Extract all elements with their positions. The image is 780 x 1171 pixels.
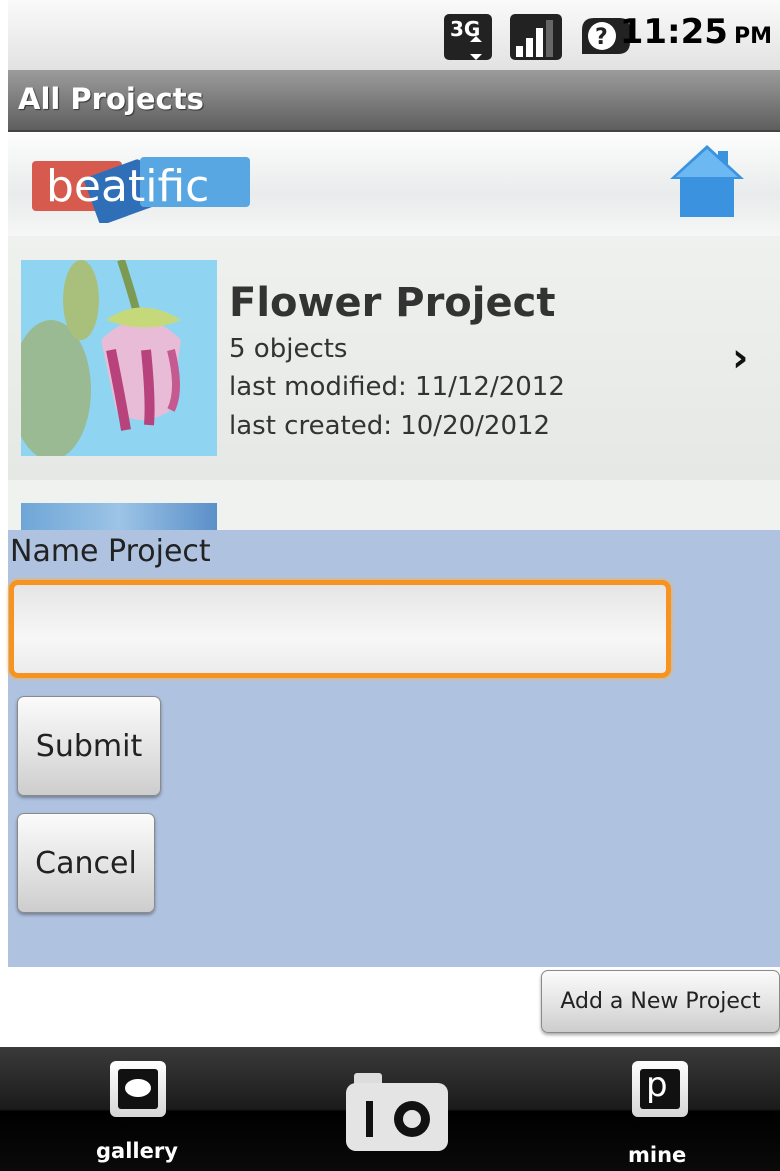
project-thumbnail bbox=[21, 260, 217, 456]
page-title: All Projects bbox=[18, 82, 204, 116]
tab-camera[interactable] bbox=[330, 1065, 460, 1165]
home-icon[interactable] bbox=[668, 141, 746, 221]
svg-text:beatific: beatific bbox=[46, 161, 209, 212]
gallery-icon bbox=[110, 1061, 166, 1117]
status-time: 11:25 PM bbox=[619, 12, 772, 52]
tab-mine[interactable]: p mine bbox=[598, 1057, 718, 1167]
app-header: beatific bbox=[8, 133, 780, 236]
tab-mine-label: mine bbox=[628, 1143, 687, 1167]
name-project-panel: Name Project Submit Cancel bbox=[8, 530, 780, 967]
tab-gallery-label: gallery bbox=[96, 1139, 178, 1163]
status-bar: 3G ? 11:25 PM bbox=[8, 0, 780, 70]
project-title: Flower Project bbox=[229, 280, 556, 326]
name-project-label: Name Project bbox=[10, 534, 211, 569]
beatific-logo[interactable]: beatific bbox=[30, 143, 260, 223]
tab-gallery[interactable]: gallery bbox=[80, 1057, 196, 1167]
camera-icon bbox=[346, 1073, 448, 1151]
project-name-input[interactable] bbox=[9, 580, 671, 678]
chevron-right-icon[interactable]: › bbox=[732, 335, 748, 381]
project-thumbnail bbox=[21, 503, 217, 530]
svg-text:?: ? bbox=[595, 25, 608, 50]
bottom-tab-bar: gallery p mine bbox=[0, 1047, 780, 1171]
3g-data-icon: 3G bbox=[444, 14, 492, 60]
mine-icon: p bbox=[632, 1061, 688, 1117]
signal-strength-icon bbox=[510, 14, 562, 60]
project-last-created: last created: 10/20/2012 bbox=[229, 411, 551, 441]
submit-button[interactable]: Submit bbox=[17, 696, 161, 796]
project-last-modified: last modified: 11/12/2012 bbox=[229, 372, 565, 402]
project-object-count: 5 objects bbox=[229, 334, 348, 364]
cancel-button[interactable]: Cancel bbox=[17, 813, 155, 913]
title-bar: All Projects bbox=[8, 70, 780, 132]
add-new-project-button[interactable]: Add a New Project bbox=[541, 970, 780, 1033]
flower-image bbox=[21, 260, 217, 456]
